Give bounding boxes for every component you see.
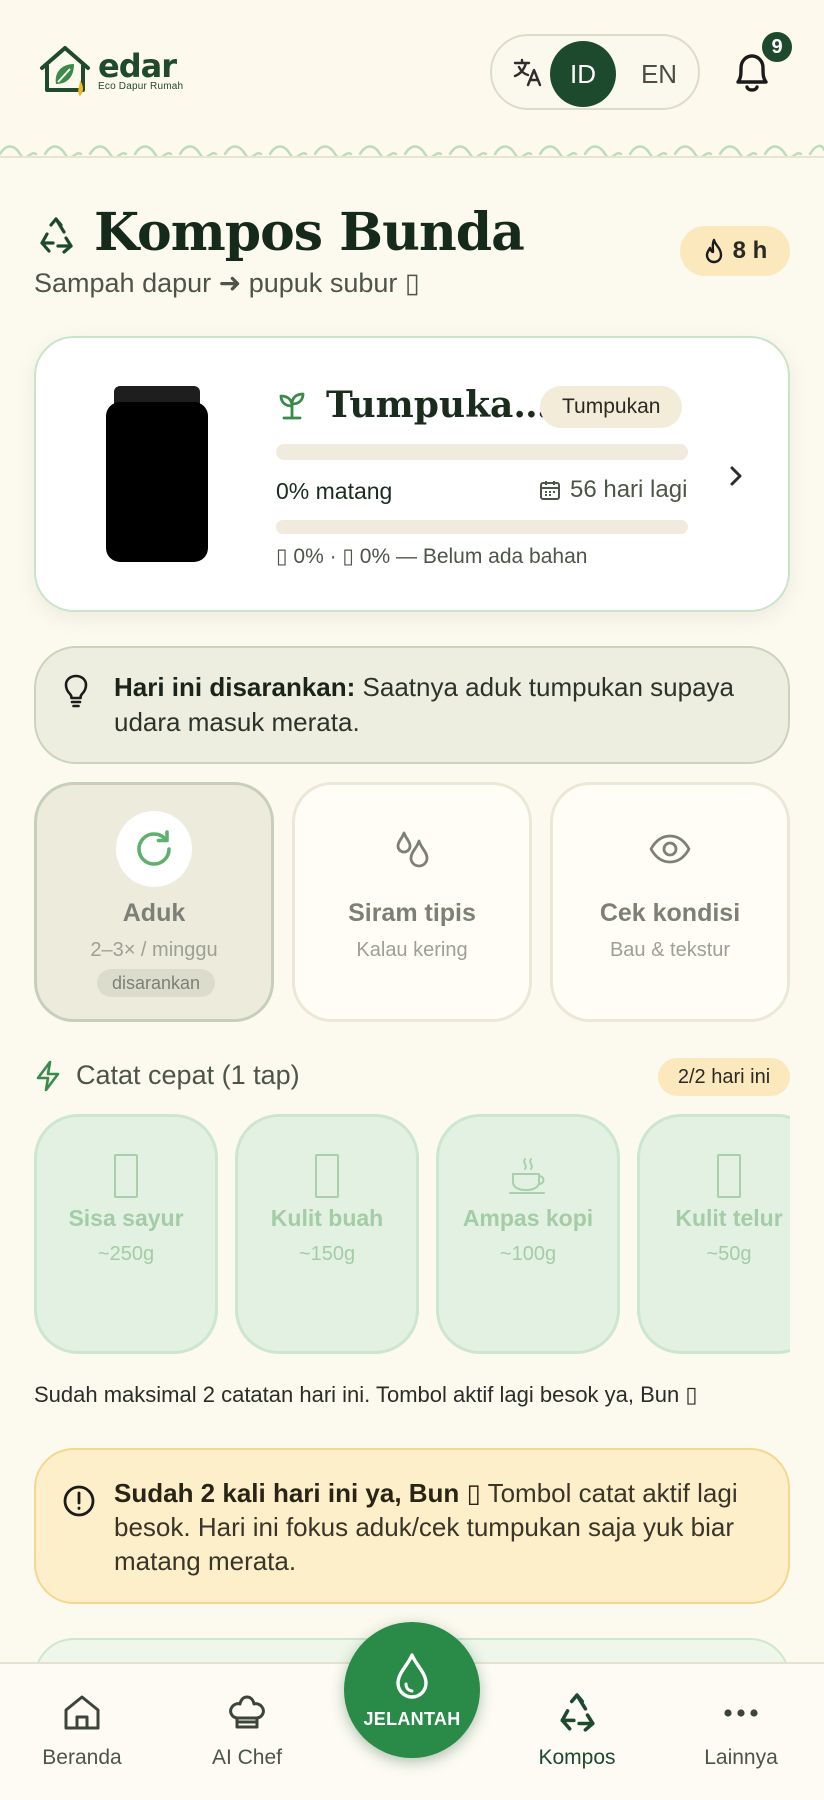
logo-house-icon: [40, 46, 90, 96]
lightbulb-icon: [64, 674, 88, 708]
compost-pile-card[interactable]: Tumpukan Kompos Tumpukan 0% matang 56 ha…: [34, 336, 790, 612]
material-mix-label: ▯ 0% · ▯ 0% — Belum ada bahan: [276, 545, 588, 568]
action-siram-button[interactable]: Siram tipis Kalau kering: [292, 782, 532, 1022]
nav-label: Kompos: [538, 1746, 616, 1769]
header-divider: [0, 156, 824, 158]
water-drops-icon: [396, 831, 429, 868]
action-subtitle: 2–3× / minggu: [90, 939, 218, 961]
suggested-badge: disarankan: [97, 969, 215, 997]
warning-text: Sudah 2 kali hari ini ya, Bun ▯ Tombol c…: [114, 1476, 764, 1578]
logo-wordmark: edar: [98, 46, 177, 85]
action-subtitle: Bau & tekstur: [609, 939, 731, 961]
maturity-progress-bar: [276, 444, 688, 460]
chef-hat-icon: [229, 1695, 265, 1729]
quick-log-ampas-kopi[interactable]: Ampas kopi ~100g: [436, 1114, 620, 1354]
coffee-icon: [509, 1158, 545, 1194]
nav-label: AI Chef: [211, 1746, 283, 1769]
action-title: Cek kondisi: [599, 899, 741, 927]
quick-log-name: Kulit buah: [270, 1205, 384, 1231]
fab-label: JELANTAH: [363, 1708, 461, 1729]
nav-kompos[interactable]: Kompos: [517, 1688, 637, 1770]
notification-badge: 9: [760, 30, 794, 64]
eye-icon: [649, 834, 691, 864]
oil-drop-icon: [396, 1652, 428, 1699]
quick-log-limit-note: Sudah maksimal 2 catatan hari ini. Tombo…: [34, 1382, 698, 1407]
alert-circle-icon: [63, 1485, 95, 1517]
more-icon: [724, 1709, 758, 1717]
recycle-icon: [40, 217, 73, 254]
quick-log-weight: ~250g: [97, 1243, 155, 1265]
translate-icon: [513, 58, 542, 87]
vegetable-icon: [114, 1154, 138, 1198]
suggestion-lead: Hari ini disarankan:: [114, 672, 356, 702]
quick-log-sisa-sayur[interactable]: Sisa sayur ~250g: [34, 1114, 218, 1354]
limit-warning-banner: Sudah 2 kali hari ini ya, Bun ▯ Tombol c…: [34, 1448, 790, 1604]
home-icon: [64, 1695, 100, 1730]
pile-name: Tumpukan Kompos: [326, 384, 562, 426]
sprout-icon: [279, 392, 305, 420]
warning-lead: Sudah 2 kali hari ini ya, Bun ▯: [114, 1478, 481, 1508]
jelantah-fab-button[interactable]: JELANTAH: [344, 1622, 480, 1758]
material-mix-bar: [276, 520, 688, 534]
page-title: Kompos Bunda: [94, 202, 525, 263]
calendar-icon: [540, 481, 560, 500]
lang-id-button[interactable]: ID: [550, 41, 616, 107]
compost-jar-image: [106, 402, 208, 562]
suggestion-banner: Hari ini disarankan: Saatnya aduk tumpuk…: [34, 646, 790, 764]
nav-label: Lainnya: [704, 1746, 778, 1769]
logo-tagline: Eco Dapur Rumah: [98, 80, 184, 92]
quick-log-name: Ampas kopi: [462, 1205, 594, 1231]
recycle-icon: [560, 1693, 595, 1732]
language-switch[interactable]: ID EN: [490, 34, 700, 110]
action-subtitle: Kalau kering: [356, 939, 468, 961]
days-remaining-label: 56 hari lagi: [570, 476, 688, 503]
nav-label: Beranda: [42, 1746, 122, 1769]
app-header: edar Eco Dapur Rumah ID EN 9: [0, 0, 824, 158]
quick-log-weight: ~100g: [499, 1243, 557, 1265]
streak-value: 8 h: [732, 237, 768, 264]
streak-badge: 8 h: [680, 226, 790, 276]
lightning-icon: [36, 1060, 60, 1092]
quick-log-title: Catat cepat (1 tap): [76, 1060, 300, 1090]
quick-log-name: Sisa sayur: [68, 1205, 184, 1231]
quick-log-kulit-telur[interactable]: Kulit telur ~50g: [637, 1114, 790, 1354]
nav-beranda[interactable]: Beranda: [22, 1688, 142, 1770]
page-subtitle: Sampah dapur ➜ pupuk subur ▯: [34, 268, 420, 298]
nav-lainnya[interactable]: Lainnya: [681, 1688, 801, 1770]
pile-type-tag: Tumpukan: [540, 386, 683, 428]
action-title: Aduk: [122, 899, 186, 927]
action-cek-button[interactable]: Cek kondisi Bau & tekstur: [550, 782, 790, 1022]
quick-log-weight: ~150g: [298, 1243, 356, 1265]
days-remaining: 56 hari lagi: [538, 476, 687, 504]
maturity-label: 0% matang: [276, 478, 393, 504]
action-title: Siram tipis: [348, 899, 476, 927]
flame-icon: [705, 238, 722, 264]
quick-log-kulit-buah[interactable]: Kulit buah ~150g: [235, 1114, 419, 1354]
app-logo[interactable]: edar Eco Dapur Rumah: [36, 42, 183, 100]
fruit-icon: [315, 1154, 339, 1198]
action-aduk-button[interactable]: Aduk 2–3× / minggu disarankan: [34, 782, 274, 1022]
quick-log-scroller[interactable]: Sisa sayur ~250g Kulit buah ~150g Ampas …: [34, 1114, 790, 1356]
nav-ai-chef[interactable]: AI Chef: [187, 1688, 307, 1770]
egg-icon: [717, 1154, 741, 1198]
suggestion-text: Hari ini disarankan: Saatnya aduk tumpuk…: [114, 670, 754, 740]
quick-log-count-badge: 2/2 hari ini: [658, 1058, 790, 1096]
refresh-icon: [137, 830, 171, 866]
quick-log-name: Kulit telur: [675, 1205, 783, 1231]
lang-en-button[interactable]: EN: [634, 41, 684, 107]
chevron-right-icon[interactable]: [726, 462, 746, 490]
quick-log-weight: ~50g: [706, 1243, 752, 1265]
